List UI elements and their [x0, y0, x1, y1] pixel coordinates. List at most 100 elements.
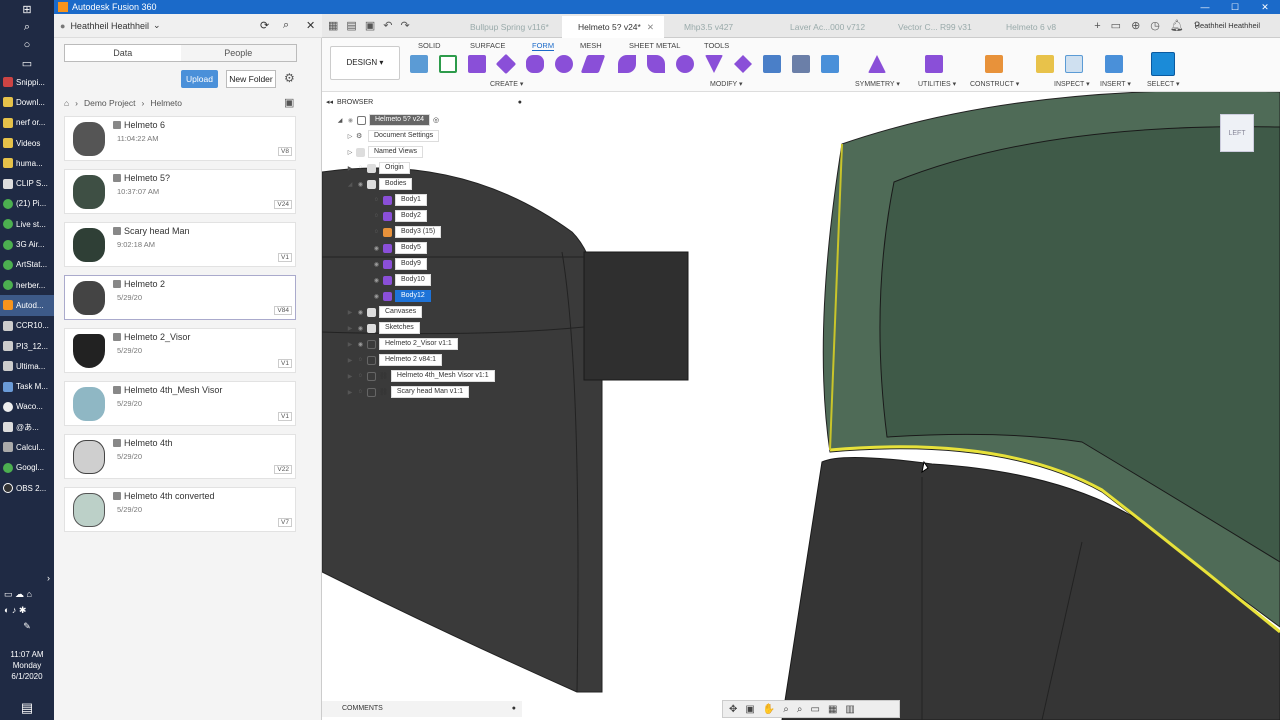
- taskbar-app[interactable]: CCR10...: [0, 316, 54, 336]
- workspace-switcher[interactable]: DESIGN ▾: [330, 46, 400, 80]
- visibility-eye-icon[interactable]: ◌: [372, 197, 381, 203]
- tree-body[interactable]: ◉ Body10: [372, 274, 431, 286]
- visibility-eye-icon[interactable]: ◉: [356, 325, 365, 332]
- tree-node[interactable]: ▶ ◌ ⛓ Scary head Man v1:1: [346, 386, 470, 398]
- close-tab-icon[interactable]: ✕: [647, 22, 654, 32]
- look-at-icon[interactable]: ▣: [745, 704, 754, 715]
- add-tab-icon[interactable]: +: [1094, 14, 1100, 38]
- collapse-icon[interactable]: ◂◂: [326, 98, 333, 106]
- tab-people[interactable]: People: [181, 45, 297, 61]
- save-icon[interactable]: ▣: [365, 14, 375, 38]
- taskbar-app[interactable]: Live st...: [0, 214, 54, 234]
- pan-icon[interactable]: ✋: [763, 704, 775, 715]
- file-item[interactable]: Helmeto 4th_Mesh Visor 5/29/20 V1: [64, 381, 296, 426]
- expand-arrow-icon[interactable]: ▷: [346, 133, 354, 140]
- weld-vertices-icon[interactable]: [821, 55, 839, 73]
- close-button[interactable]: ✕: [1250, 0, 1280, 14]
- version-badge[interactable]: V24: [274, 200, 292, 209]
- taskbar-app[interactable]: @あ...: [0, 417, 54, 437]
- extensions-icon[interactable]: ⊕: [1131, 14, 1140, 38]
- plane-icon[interactable]: [495, 53, 517, 75]
- visibility-eye-icon[interactable]: ◉: [372, 277, 381, 284]
- tree-body[interactable]: ◌ Body2: [372, 210, 427, 222]
- tree-body[interactable]: ◌ Body1: [372, 194, 427, 206]
- undo-icon[interactable]: ↶: [383, 14, 392, 38]
- tree-root[interactable]: ◢ ◉ Helmeto 5? v24 ◎: [336, 114, 439, 126]
- tab-data[interactable]: Data: [65, 45, 181, 61]
- tree-body-selected[interactable]: ◉ Body12: [372, 290, 431, 302]
- tree-node[interactable]: ▶ ◉ Canvases: [346, 306, 423, 318]
- job-status-icon[interactable]: ◷: [1150, 14, 1160, 38]
- taskbar-app[interactable]: huma...: [0, 153, 54, 173]
- expand-arrow-icon[interactable]: ▷: [346, 149, 354, 156]
- expand-arrow-icon[interactable]: ▶: [346, 373, 354, 380]
- tree-node[interactable]: ▶ ◌ Origin: [346, 162, 410, 174]
- ribbon-tab-form[interactable]: FORM: [532, 41, 555, 51]
- ribbon-tab-surface[interactable]: SURFACE: [470, 41, 505, 50]
- expand-arrow-icon[interactable]: ▶: [346, 325, 354, 332]
- visibility-eye-icon[interactable]: ◌: [356, 165, 365, 171]
- tree-node[interactable]: ▶ ◉ Sketches: [346, 322, 420, 334]
- modify-menu[interactable]: MODIFY ▾: [710, 80, 743, 88]
- visibility-eye-icon[interactable]: ◌: [356, 389, 365, 395]
- model-viewport[interactable]: ◂◂ BROWSER ● ◢ ◉ Helmeto 5? v24 ◎ ▷ ⚙ Documen…: [322, 92, 1280, 720]
- file-item[interactable]: Helmeto 6 11:04:22 AM V8: [64, 116, 296, 161]
- document-tab[interactable]: Vector C... R99 v31: [882, 16, 986, 38]
- pin-icon[interactable]: ●: [512, 701, 516, 717]
- visibility-eye-icon[interactable]: ◉: [356, 181, 365, 188]
- tree-node[interactable]: ▷ ⚙ Document Settings: [346, 130, 440, 142]
- display-settings-icon[interactable]: ▭: [811, 704, 820, 715]
- version-badge[interactable]: V7: [278, 518, 292, 527]
- windows-start-icon[interactable]: ⊞: [0, 0, 54, 18]
- orbit-icon[interactable]: ✥: [729, 704, 737, 715]
- grid-settings-icon[interactable]: ▦: [828, 704, 837, 715]
- taskbar-app[interactable]: Ultima...: [0, 356, 54, 376]
- minimize-button[interactable]: —: [1190, 0, 1220, 14]
- radio-icon[interactable]: ◎: [433, 116, 439, 124]
- taskbar-app[interactable]: 3G Air...: [0, 234, 54, 254]
- close-icon[interactable]: ✕: [306, 19, 315, 32]
- taskbar-app[interactable]: Videos: [0, 133, 54, 153]
- notifications-icon[interactable]: ▤: [0, 700, 54, 716]
- visibility-eye-icon[interactable]: ◌: [372, 213, 381, 219]
- expand-arrow-icon[interactable]: ▶: [346, 357, 354, 364]
- breadcrumb-project[interactable]: Demo Project: [84, 98, 136, 108]
- fit-icon[interactable]: ⌕: [797, 704, 803, 715]
- taskbar-app[interactable]: Waco...: [0, 397, 54, 417]
- helmet-left-flap[interactable]: [583, 251, 689, 381]
- tree-body[interactable]: ◉ Body9: [372, 258, 427, 270]
- symmetry-menu[interactable]: SYMMETRY ▾: [855, 80, 900, 88]
- visibility-eye-icon[interactable]: ◌: [356, 357, 365, 363]
- ribbon-tab-solid[interactable]: SOLID: [418, 41, 441, 50]
- visibility-eye-icon[interactable]: ◉: [356, 341, 365, 348]
- helmet-left-body[interactable]: [322, 167, 603, 693]
- tree-node[interactable]: ▶ ◌ Helmeto 2 v84:1: [346, 354, 442, 366]
- expand-arrow-icon[interactable]: ▶: [346, 165, 354, 172]
- taskbar-app[interactable]: Downl...: [0, 92, 54, 112]
- expand-arrow-icon[interactable]: ▶: [346, 341, 354, 348]
- bridge-icon[interactable]: [763, 55, 781, 73]
- home-icon[interactable]: ⌂: [64, 98, 69, 108]
- version-badge[interactable]: V1: [278, 359, 292, 368]
- visibility-eye-icon[interactable]: ◌: [356, 373, 365, 379]
- ribbon-tab-mesh[interactable]: MESH: [580, 41, 602, 50]
- box-icon[interactable]: [468, 55, 486, 73]
- tree-node[interactable]: ◢ ◉ Bodies: [346, 178, 413, 190]
- document-tab-active[interactable]: Helmeto 5? v24* ✕: [562, 16, 664, 38]
- system-clock[interactable]: 11:07 AM Monday 6/1/2020: [0, 649, 54, 682]
- torus-icon[interactable]: [580, 55, 606, 73]
- insert-point-icon[interactable]: [705, 55, 723, 73]
- cylinder-icon[interactable]: [526, 55, 544, 73]
- visibility-eye-icon[interactable]: ◉: [372, 245, 381, 252]
- taskbar-app[interactable]: nerf or...: [0, 113, 54, 133]
- fill-hole-icon[interactable]: [792, 55, 810, 73]
- tree-node[interactable]: ▶ ◌ ⛓ Helmeto 4th_Mesh Visor v1:1: [346, 370, 495, 382]
- section-analysis-icon[interactable]: [1065, 55, 1083, 73]
- measure-icon[interactable]: [1036, 55, 1054, 73]
- search-icon[interactable]: ⌕: [0, 18, 54, 36]
- taskbar-app-active[interactable]: Autod...: [0, 295, 54, 316]
- chat-icon[interactable]: ▭: [1111, 14, 1121, 38]
- document-tab[interactable]: Mhp3.5 v427: [668, 16, 770, 38]
- visibility-eye-icon[interactable]: ◉: [346, 117, 355, 124]
- merge-edge-icon[interactable]: [734, 55, 752, 73]
